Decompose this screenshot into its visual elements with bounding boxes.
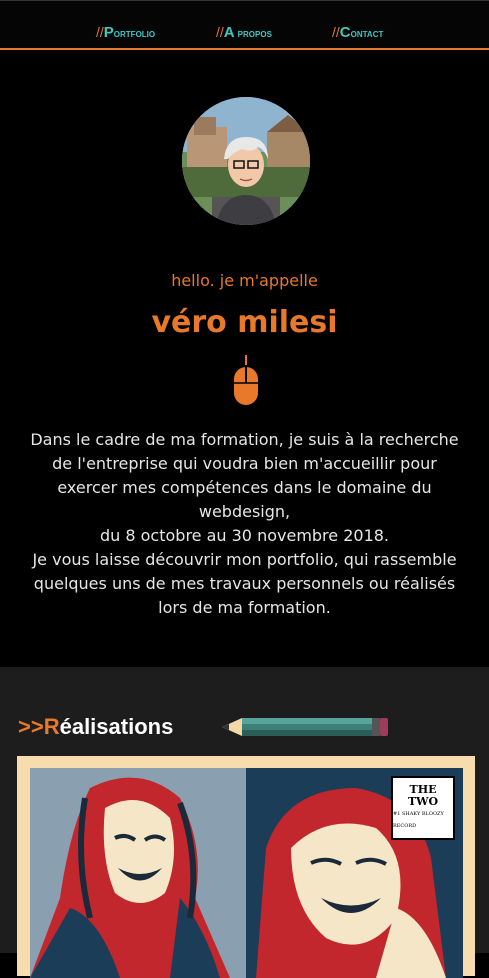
poster-left-panel (30, 768, 246, 978)
works-section: >>Réalisations THE TWO #1 SHAKY BLOOZY R… (0, 667, 489, 978)
intro-text: Dans le cadre de ma formation, je suis à… (20, 428, 469, 620)
title-arrows: >> (18, 714, 44, 739)
nav-slash: // (96, 24, 104, 40)
greeting-text: hello. je m'appelle (171, 271, 318, 290)
intro-paragraph: du 8 octobre au 30 novembre 2018. (99, 526, 390, 545)
project-thumbnail[interactable]: THE TWO #1 SHAKY BLOOZY RECORD (17, 756, 475, 978)
nav-label-portfolio: Portfolio (103, 24, 156, 41)
nav-link-apropos[interactable]: // A propos (216, 24, 272, 41)
nav-label-apropos: A propos (223, 24, 272, 41)
top-navigation: // Portfolio // A propos // Contact (0, 0, 489, 50)
section-title: >>Réalisations (18, 714, 174, 739)
intro-paragraph: Dans le cadre de ma formation, je suis à… (30, 430, 459, 521)
project-image: THE TWO #1 SHAKY BLOOZY RECORD (30, 768, 463, 978)
nav-label-contact: Contact (339, 24, 384, 41)
nav-slash: // (332, 24, 340, 40)
hero-name: véro milesi (151, 305, 338, 340)
nav-slash: // (216, 24, 224, 40)
nav-link-contact[interactable]: // Contact (332, 24, 383, 41)
nav-link-portfolio[interactable]: // Portfolio (96, 24, 155, 41)
poster-right-panel: THE TWO #1 SHAKY BLOOZY RECORD (246, 768, 463, 978)
avatar-illustration (182, 97, 310, 225)
hero-section: hello. je m'appelle véro milesi Dans le … (0, 50, 489, 665)
computer-mouse-icon (234, 355, 258, 405)
band-logo-badge: THE TWO #1 SHAKY BLOOZY RECORD (391, 776, 455, 840)
pencil-icon (222, 718, 388, 736)
avatar (182, 97, 310, 225)
intro-paragraph: Je vous laisse découvrir mon portfolio, … (32, 550, 457, 617)
